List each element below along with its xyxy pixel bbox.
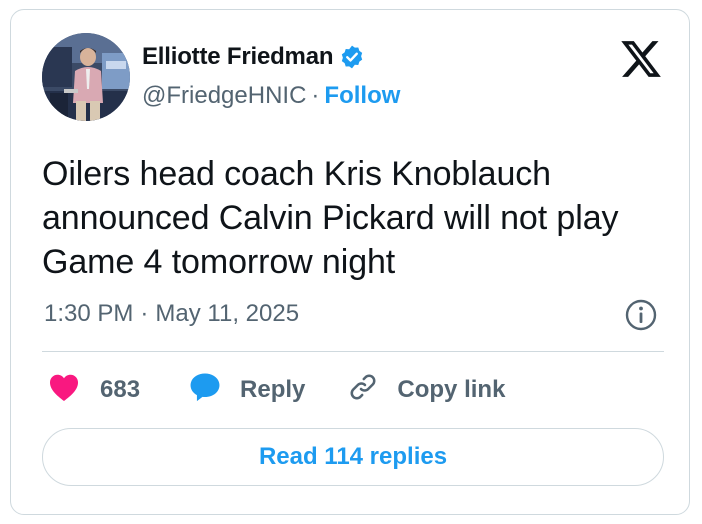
tweet-timestamp[interactable]: 1:30 PM · May 11, 2025 (44, 298, 299, 330)
tweet-text: Oilers head coach Kris Knoblauch announc… (42, 155, 619, 281)
like-count: 683 (100, 376, 141, 403)
divider (42, 351, 664, 352)
action-bar: 683 Reply Copy link (48, 370, 505, 410)
reply-button[interactable]: Reply (188, 370, 305, 411)
tweet-date: May 11, 2025 (155, 300, 300, 327)
reply-bubble-icon (188, 370, 222, 411)
handle-separator: · (311, 82, 320, 109)
tweet-time: 1:30 PM (44, 300, 134, 327)
tweet-card: Elliotte Friedman @FriedgeHNIC · Follow … (10, 9, 690, 515)
timestamp-separator: · (140, 300, 149, 327)
avatar-photo (42, 33, 130, 121)
author-display-name[interactable]: Elliotte Friedman (142, 43, 333, 71)
author-handle[interactable]: @FriedgeHNIC (142, 82, 306, 110)
reply-label: Reply (240, 376, 306, 403)
link-icon (347, 371, 379, 410)
copy-link-label: Copy link (397, 376, 506, 403)
author-avatar[interactable] (42, 33, 130, 121)
follow-button[interactable]: Follow (324, 82, 400, 110)
like-button[interactable]: 683 (48, 372, 140, 409)
read-replies-button[interactable]: Read 114 replies (42, 428, 664, 486)
copy-link-button[interactable]: Copy link (347, 371, 505, 410)
x-logo-icon[interactable] (618, 37, 664, 81)
info-icon[interactable] (624, 298, 658, 332)
author-name-row: Elliotte Friedman (142, 40, 365, 74)
author-handle-row: @FriedgeHNIC · Follow (142, 80, 400, 112)
verified-badge-icon (339, 44, 365, 70)
heart-icon (48, 372, 80, 409)
